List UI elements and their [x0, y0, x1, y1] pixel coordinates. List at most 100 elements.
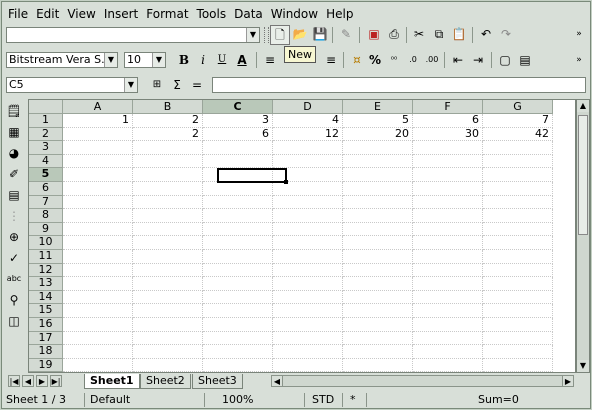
grid-cell[interactable]: [133, 318, 203, 332]
next-sheet-icon[interactable]: ▶: [36, 375, 48, 387]
grid-cell[interactable]: [343, 168, 413, 182]
grid-cell[interactable]: 2: [133, 114, 203, 128]
grid-cell[interactable]: [413, 222, 483, 237]
grid-cell[interactable]: [133, 236, 203, 250]
grid-cell[interactable]: [413, 331, 483, 346]
grid-cell[interactable]: [133, 345, 203, 359]
grid-cell[interactable]: [203, 195, 273, 210]
grid-cell[interactable]: [273, 277, 343, 291]
font-size-combo[interactable]: 10 ▼: [124, 52, 166, 68]
grid-cell[interactable]: [203, 263, 273, 278]
insert-button[interactable]: 🗒: [6, 102, 22, 120]
column-header[interactable]: A: [63, 100, 133, 114]
grid-cell[interactable]: [133, 263, 203, 278]
column-header[interactable]: B: [133, 100, 203, 114]
grid-cell[interactable]: [63, 127, 133, 142]
grid-cell[interactable]: [483, 358, 553, 372]
grid-cell[interactable]: [273, 250, 343, 264]
undo-button[interactable]: ↶: [477, 25, 495, 43]
menu-insert[interactable]: Insert: [100, 6, 142, 22]
grid-cell[interactable]: [63, 250, 133, 264]
grid-cell[interactable]: [203, 304, 273, 318]
grid-cell[interactable]: [273, 318, 343, 332]
horizontal-scrollbar[interactable]: ◀ ▶: [271, 375, 574, 387]
grid-cell[interactable]: [483, 195, 553, 210]
grid-cell[interactable]: [273, 290, 343, 305]
grid-cell[interactable]: [273, 182, 343, 196]
menu-edit[interactable]: Edit: [32, 6, 63, 22]
tab-sheet3[interactable]: Sheet3: [192, 374, 243, 389]
grid-cell[interactable]: 42: [483, 127, 553, 142]
first-sheet-icon[interactable]: |◀: [8, 375, 20, 387]
grid-cell[interactable]: [483, 141, 553, 155]
underline-button[interactable]: U: [213, 51, 231, 69]
column-header[interactable]: F: [413, 100, 483, 114]
grid-cell[interactable]: [203, 154, 273, 169]
grid-cell[interactable]: 7: [483, 114, 553, 128]
grid-cell[interactable]: [413, 195, 483, 210]
grid-cell[interactable]: [63, 209, 133, 223]
open-button[interactable]: 📂: [291, 25, 309, 43]
menu-help[interactable]: Help: [322, 6, 357, 22]
menu-view[interactable]: View: [63, 6, 99, 22]
column-header[interactable]: E: [343, 100, 413, 114]
menu-data[interactable]: Data: [230, 6, 267, 22]
grid-cell[interactable]: [413, 304, 483, 318]
grid-cell[interactable]: [273, 154, 343, 169]
grid-cell[interactable]: [343, 154, 413, 169]
row-header[interactable]: 6: [29, 182, 63, 196]
print-button[interactable]: ⎙: [385, 25, 403, 43]
vertical-scrollbar[interactable]: ▲ ▼: [576, 99, 590, 373]
function-button[interactable]: =: [188, 76, 206, 94]
grid-cell[interactable]: [483, 263, 553, 278]
grid-cell[interactable]: [63, 182, 133, 196]
row-header[interactable]: 19: [29, 358, 63, 372]
grid-cell[interactable]: [343, 304, 413, 318]
grid-cell[interactable]: 2: [133, 127, 203, 142]
grid-cell[interactable]: [413, 141, 483, 155]
scroll-up-icon[interactable]: ▲: [577, 100, 589, 112]
grid-cell[interactable]: [483, 222, 553, 237]
add-decimal-button[interactable]: .0: [404, 51, 422, 69]
toolbar-options-button[interactable]: »: [570, 51, 588, 69]
row-header[interactable]: 5: [29, 168, 63, 182]
grid-cell[interactable]: [133, 209, 203, 223]
grid-cell[interactable]: [63, 358, 133, 372]
grid-cell[interactable]: [63, 168, 133, 182]
grid-cell[interactable]: [63, 195, 133, 210]
italic-button[interactable]: i: [194, 51, 212, 69]
grid-cell[interactable]: [273, 195, 343, 210]
insert-object-button[interactable]: ◕: [6, 144, 22, 162]
sum-button[interactable]: Σ: [168, 76, 186, 94]
grid-cell[interactable]: [483, 209, 553, 223]
grid-cell[interactable]: [343, 209, 413, 223]
grid-cell[interactable]: [343, 182, 413, 196]
grid-cell[interactable]: [343, 345, 413, 359]
grid-cell[interactable]: 5: [343, 114, 413, 128]
grid-cell[interactable]: [273, 358, 343, 372]
grid-cell[interactable]: [63, 141, 133, 155]
grid-cell[interactable]: [273, 209, 343, 223]
grid-cell[interactable]: [133, 331, 203, 346]
grid-cell[interactable]: [413, 358, 483, 372]
chevron-down-icon[interactable]: ▼: [124, 78, 137, 92]
toolbar-grip[interactable]: [264, 27, 269, 43]
cut-button[interactable]: ✂: [410, 25, 428, 43]
url-combo[interactable]: ▼: [6, 27, 260, 43]
grid-cell[interactable]: [63, 290, 133, 305]
currency-button[interactable]: ¤: [348, 51, 366, 69]
navigator-button[interactable]: ⊕: [6, 228, 22, 246]
spellcheck-button[interactable]: ✓: [6, 249, 22, 267]
chevron-down-icon[interactable]: ▼: [152, 53, 165, 67]
grid-cell[interactable]: [273, 141, 343, 155]
grid-cell[interactable]: [273, 345, 343, 359]
background-color-button[interactable]: ▤: [516, 51, 534, 69]
row-header[interactable]: 1: [29, 114, 63, 128]
grid-cell[interactable]: [343, 331, 413, 346]
grid-cell[interactable]: 3: [203, 114, 273, 128]
grid-cell[interactable]: [343, 290, 413, 305]
row-header[interactable]: 8: [29, 209, 63, 223]
find-replace-button[interactable]: ⚲: [6, 291, 22, 309]
menu-tools[interactable]: Tools: [193, 6, 231, 22]
grid-cell[interactable]: [273, 304, 343, 318]
